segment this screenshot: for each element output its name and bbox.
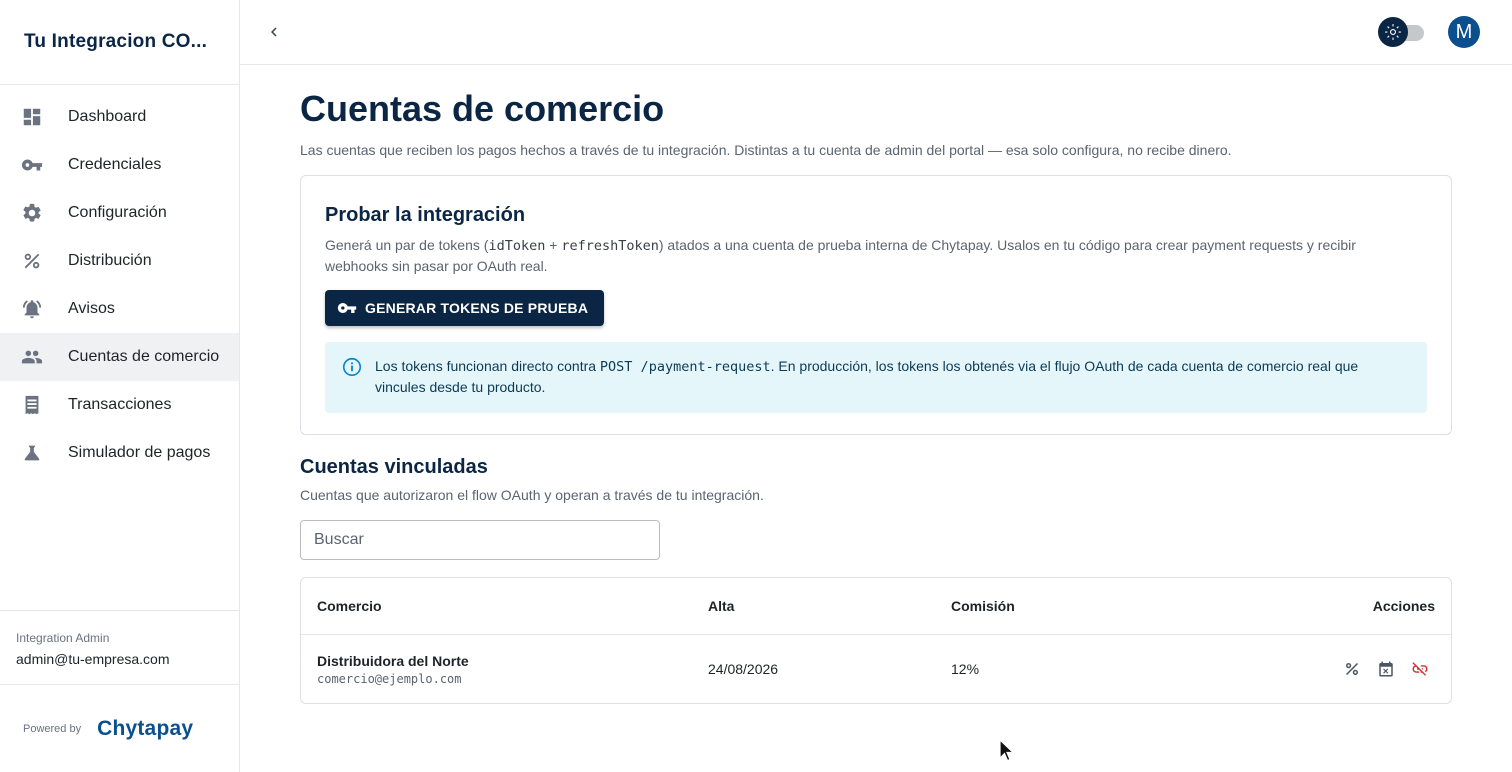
user-email: admin@tu-empresa.com xyxy=(16,651,170,667)
sidebar-item-transacciones[interactable]: Transacciones xyxy=(0,381,239,429)
unlink-account-button[interactable] xyxy=(1409,658,1431,680)
row-actions xyxy=(1251,658,1451,680)
sidebar-item-label: Avisos xyxy=(68,300,115,317)
sidebar-item-label: Simulador de pagos xyxy=(68,444,211,461)
percent-icon xyxy=(20,249,44,273)
code-endpoint: POST /payment-request xyxy=(599,359,771,375)
gear-icon xyxy=(20,201,44,225)
column-header-comision: Comisión xyxy=(951,598,1015,614)
sidebar-item-distribucion[interactable]: Distribución xyxy=(0,237,239,285)
column-header-alta: Alta xyxy=(708,598,735,614)
sidebar-item-label: Cuentas de comercio xyxy=(68,348,220,365)
theme-toggle[interactable] xyxy=(1378,17,1426,47)
sidebar-item-cuentas-de-comercio[interactable]: Cuentas de comercio xyxy=(0,333,239,381)
sidebar: Tu Integracion CO... Dashboard Credencia… xyxy=(0,0,240,772)
sidebar-nav: Dashboard Credenciales Configuración Dis… xyxy=(0,85,239,477)
sidebar-item-avisos[interactable]: Avisos xyxy=(0,285,239,333)
sidebar-item-label: Transacciones xyxy=(68,396,172,413)
sidebar-item-label: Dashboard xyxy=(68,108,147,125)
test-integration-card: Probar la integración Generá un par de t… xyxy=(300,175,1452,435)
link-off-icon xyxy=(1412,662,1428,676)
merchant-cell: Distribuidora del Norte comercio@ejemplo… xyxy=(301,653,708,686)
toggle-knob xyxy=(1378,17,1408,47)
desc-text: Generá un par de tokens ( xyxy=(325,237,489,253)
powered-by: Powered by Chytapay xyxy=(0,684,239,772)
user-role: Integration Admin xyxy=(16,631,110,645)
percent-icon xyxy=(1346,663,1358,675)
table-row: Distribuidora del Norte comercio@ejemplo… xyxy=(301,635,1451,703)
edit-commission-button[interactable] xyxy=(1341,658,1363,680)
alta-date: 24/08/2026 xyxy=(708,661,779,677)
commission-value: 12% xyxy=(951,661,980,677)
collapse-sidebar-button[interactable] xyxy=(262,20,286,44)
dashboard-icon xyxy=(20,105,44,129)
brand-title: Tu Integracion CO... xyxy=(24,31,208,52)
linked-accounts-subtitle: Cuentas que autorizaron el flow OAuth y … xyxy=(300,487,764,503)
sidebar-item-label: Credenciales xyxy=(68,156,162,173)
generate-test-tokens-button[interactable]: GENERAR TOKENS DE PRUEBA xyxy=(325,290,605,326)
people-icon xyxy=(20,345,44,369)
code-id-token: idToken xyxy=(488,238,546,254)
key-icon xyxy=(20,153,44,177)
sidebar-item-label: Distribución xyxy=(68,252,152,269)
flask-icon xyxy=(20,441,44,465)
sidebar-item-simulador-de-pagos[interactable]: Simulador de pagos xyxy=(0,429,239,477)
bell-icon xyxy=(20,297,44,321)
receipt-icon xyxy=(20,393,44,417)
code-refresh-token: refreshToken xyxy=(561,238,659,254)
brand: Tu Integracion CO... xyxy=(0,0,239,85)
info-text-part: Los tokens funcionan directo contra xyxy=(375,358,600,374)
calendar-remove-icon xyxy=(1379,661,1393,677)
chevron-left-icon xyxy=(271,27,277,37)
topbar: M xyxy=(240,0,1512,65)
key-icon xyxy=(337,303,357,313)
button-label: GENERAR TOKENS DE PRUEBA xyxy=(365,300,589,316)
info-icon xyxy=(341,356,363,378)
main-content: Cuentas de comercio Las cuentas que reci… xyxy=(300,65,1452,704)
mouse-cursor-icon xyxy=(999,739,1015,762)
info-alert: Los tokens funcionan directo contra POST… xyxy=(325,342,1427,413)
powered-by-label: Powered by xyxy=(23,722,82,735)
avatar[interactable]: M xyxy=(1448,16,1480,48)
card-title: Probar la integración xyxy=(325,204,526,226)
page-subtitle: Las cuentas que reciben los pagos hechos… xyxy=(300,142,1232,158)
chytapay-logo: Chytapay xyxy=(97,716,194,740)
desc-text: + xyxy=(545,237,562,253)
search-input[interactable] xyxy=(300,520,660,560)
sidebar-item-credenciales[interactable]: Credenciales xyxy=(0,141,239,189)
column-header-acciones: Acciones xyxy=(1372,598,1435,614)
merchant-name: Distribuidora del Norte xyxy=(317,652,469,669)
sidebar-item-label: Configuración xyxy=(68,204,167,221)
user-info: Integration Admin admin@tu-empresa.com xyxy=(0,610,239,684)
page-title: Cuentas de comercio xyxy=(300,88,665,129)
card-description: Generá un par de tokens (idToken + refre… xyxy=(325,235,1405,276)
sidebar-item-dashboard[interactable]: Dashboard xyxy=(0,93,239,141)
calendar-action-button[interactable] xyxy=(1375,658,1397,680)
table-header: Comercio Alta Comisión Acciones xyxy=(301,578,1451,635)
merchant-email: comercio@ejemplo.com xyxy=(317,671,462,686)
column-header-comercio: Comercio xyxy=(317,598,382,614)
info-text: Los tokens funcionan directo contra POST… xyxy=(375,356,1409,397)
sidebar-item-configuracion[interactable]: Configuración xyxy=(0,189,239,237)
sun-icon xyxy=(1385,24,1401,40)
merchants-table: Comercio Alta Comisión Acciones Distribu… xyxy=(300,577,1452,704)
linked-accounts-title: Cuentas vinculadas xyxy=(300,456,488,478)
